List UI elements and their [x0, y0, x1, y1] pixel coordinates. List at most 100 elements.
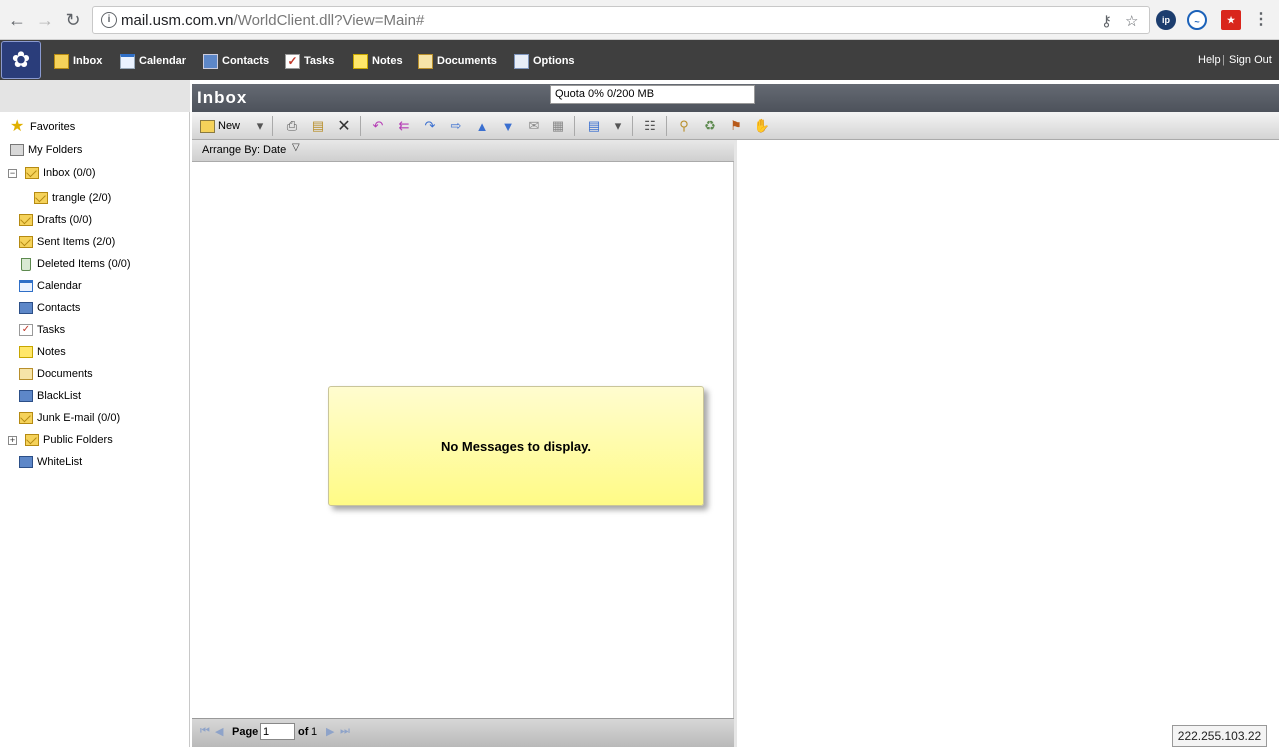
tree-item-label: Favorites [30, 121, 76, 133]
collapse-icon[interactable]: − [8, 168, 17, 178]
tree-item-my-folders[interactable]: My Folders [10, 141, 82, 159]
envelope-icon [19, 412, 33, 424]
previous-page-icon[interactable]: ◀ [215, 725, 223, 738]
address-book-icon [19, 456, 33, 468]
browser-toolbar: ← → ↻ i mail.usm.com.vn/WorldClient.dll?… [0, 0, 1279, 40]
last-page-icon[interactable]: ⏭ [340, 725, 350, 738]
key-icon[interactable]: ⚷ [1101, 12, 1112, 30]
previous-message-icon[interactable]: ▲ [472, 116, 492, 136]
layout-dropdown-arrow-icon[interactable]: ▾ [608, 116, 628, 136]
message-list-icon[interactable]: ☷ [640, 116, 660, 136]
tree-item-junk-email[interactable]: Junk E-mail (0/0) [19, 409, 120, 427]
address-book-icon [19, 302, 33, 314]
back-arrow-icon[interactable]: ← [6, 9, 28, 31]
extension-flag-icon[interactable]: ★ [1221, 10, 1241, 30]
tree-item-drafts[interactable]: Drafts (0/0) [19, 211, 92, 229]
extension-ip-icon[interactable]: ip [1156, 10, 1176, 30]
tree-item-label: Sent Items (2/0) [37, 236, 116, 248]
tree-item-blacklist[interactable]: BlackList [19, 387, 81, 405]
tree-item-label: Public Folders [43, 434, 113, 446]
documents-icon [19, 368, 33, 380]
address-bar[interactable]: i mail.usm.com.vn/WorldClient.dll?View=M… [92, 6, 1150, 34]
nav-tasks-label: Tasks [304, 55, 335, 67]
not-junk-icon[interactable]: ✋ [752, 116, 772, 136]
next-message-icon[interactable]: ▼ [498, 116, 518, 136]
first-page-icon[interactable]: ⏮ [200, 725, 210, 738]
page-number-input[interactable] [260, 723, 295, 740]
tree-item-whitelist[interactable]: WhiteList [19, 453, 82, 471]
reply-icon[interactable]: ↶ [368, 116, 388, 136]
empty-trash-icon[interactable]: ♻ [700, 116, 720, 136]
view-source-icon[interactable]: ▦ [548, 116, 568, 136]
tree-item-label: Documents [37, 368, 93, 380]
sort-descending-icon[interactable]: ▽ [292, 142, 300, 153]
nav-contacts[interactable]: Contacts [203, 50, 269, 72]
inbox-icon [54, 53, 69, 69]
tree-item-deleted-items[interactable]: Deleted Items (0/0) [21, 255, 131, 273]
envelope-icon [19, 236, 33, 248]
nav-tasks[interactable]: ✓ Tasks [285, 50, 334, 72]
tree-item-sent-items[interactable]: Sent Items (2/0) [19, 233, 115, 251]
reload-icon[interactable]: ↻ [62, 9, 84, 31]
delete-icon[interactable]: ✕ [334, 116, 354, 136]
url-path: /WorldClient.dll?View=Main# [233, 12, 425, 29]
extension-wave-icon[interactable]: ~ [1187, 10, 1207, 30]
tree-item-documents[interactable]: Documents [19, 365, 93, 383]
envelope-icon [34, 192, 48, 204]
nav-documents-label: Documents [437, 55, 497, 67]
forward-icon[interactable]: ↷ [420, 116, 440, 136]
move-to-folder-icon[interactable]: ▤ [308, 116, 328, 136]
expand-icon[interactable]: + [8, 435, 17, 445]
tree-item-inbox[interactable]: − Inbox (0/0) [8, 164, 96, 182]
tree-item-label: Contacts [37, 302, 81, 314]
nav-calendar[interactable]: Calendar [120, 50, 186, 72]
browser-menu-icon[interactable]: ⋮ [1251, 10, 1271, 30]
pager: ⏮ ◀ Page of 1 ▶ ⏭ [192, 718, 734, 747]
reply-all-icon[interactable]: ⇇ [394, 116, 414, 136]
site-info-icon[interactable]: i [101, 12, 117, 28]
mark-read-icon[interactable]: ✉ [524, 116, 544, 136]
app-nav-bar: ✿ Inbox Calendar Contacts ✓ Tasks Notes … [0, 40, 1279, 80]
tree-item-calendar[interactable]: Calendar [19, 277, 82, 295]
tree-item-contacts[interactable]: Contacts [19, 299, 80, 317]
junk-icon[interactable]: ⚑ [726, 116, 746, 136]
bookmark-star-icon[interactable]: ☆ [1125, 12, 1138, 30]
nav-notes[interactable]: Notes [353, 50, 403, 72]
star-icon: ★ [10, 118, 25, 135]
forward-as-attachment-icon[interactable]: ⇨ [446, 116, 466, 136]
tree-item-label: Tasks [37, 324, 66, 336]
toolbar-divider [360, 116, 361, 136]
page-title: Inbox [197, 88, 248, 107]
forward-arrow-icon[interactable]: → [34, 9, 56, 31]
tree-item-trangle[interactable]: trangle (2/0) [34, 189, 111, 207]
next-page-icon[interactable]: ▶ [326, 725, 334, 738]
address-book-icon [19, 390, 33, 402]
nav-documents[interactable]: Documents [418, 50, 497, 72]
tree-item-label: trangle (2/0) [52, 192, 112, 204]
tree-item-notes[interactable]: Notes [19, 343, 66, 361]
tree-item-label: Deleted Items (0/0) [37, 258, 131, 270]
tree-item-public-folders[interactable]: + Public Folders [8, 431, 113, 449]
nav-inbox[interactable]: Inbox [54, 50, 102, 72]
arrange-by-value[interactable]: Date [263, 144, 286, 156]
layout-icon[interactable]: ▤ [584, 116, 604, 136]
sign-out-link[interactable]: Sign Out [1229, 54, 1272, 66]
new-dropdown-arrow-icon[interactable]: ▾ [250, 116, 270, 136]
new-message-button[interactable]: New [200, 116, 240, 136]
of-label: of [298, 726, 309, 738]
search-folder-icon[interactable]: ⚲ [674, 116, 694, 136]
print-icon[interactable]: ⎙ [282, 116, 302, 136]
nav-notes-label: Notes [372, 55, 403, 67]
app-logo[interactable]: ✿ [1, 41, 41, 79]
list-header: Arrange By: Date ▽ [192, 140, 734, 162]
tree-item-label: BlackList [37, 390, 82, 402]
message-list: No Messages to display. [192, 162, 734, 718]
tree-item-favorites[interactable]: ★ Favorites [10, 118, 75, 136]
left-panel-header [0, 80, 190, 112]
nav-options[interactable]: Options [514, 50, 575, 72]
url-text[interactable]: mail.usm.com.vn/WorldClient.dll?View=Mai… [121, 12, 424, 29]
tree-item-tasks[interactable]: ✓ Tasks [19, 321, 65, 339]
ip-address-badge: 222.255.103.22 [1172, 725, 1267, 747]
tasks-icon: ✓ [285, 53, 300, 69]
help-link[interactable]: Help [1198, 54, 1221, 66]
